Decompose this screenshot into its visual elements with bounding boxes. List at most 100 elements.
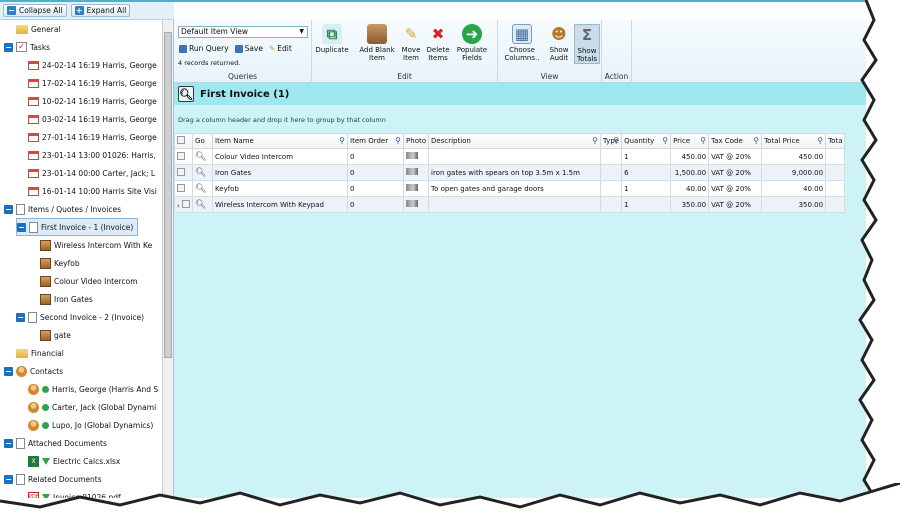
tree-node[interactable]: PDF Invoice 01026.pdf — [28, 488, 121, 498]
column-header[interactable] — [173, 133, 194, 149]
filter-icon[interactable]: ⚲ — [613, 136, 619, 145]
search-icon[interactable]: 🔍︎ — [178, 86, 194, 102]
cell-name[interactable]: Wireless Intercom With Keypad — [212, 196, 349, 213]
column-header[interactable]: Go — [192, 133, 214, 149]
move-item-button[interactable]: ✎ Move Item — [398, 24, 424, 63]
table-row[interactable]: 🔍︎ Colour Video Intercom 0 1 450.00 VAT @ 20%… — [173, 148, 846, 165]
edit-button[interactable]: ✎ Edit — [269, 44, 292, 53]
tree-node[interactable]: General — [16, 20, 61, 38]
filter-icon[interactable]: ⚲ — [662, 136, 668, 145]
tree-node[interactable]: − Items / Quotes / Invoices — [4, 200, 121, 218]
tree-node[interactable]: gate — [40, 326, 71, 344]
tree-node[interactable]: Financial — [16, 344, 64, 362]
collapse-icon[interactable]: − — [4, 204, 13, 214]
cell-type[interactable] — [599, 148, 623, 165]
tree-node[interactable]: Iron Gates — [40, 290, 93, 308]
tree-node[interactable]: − Contacts — [4, 362, 63, 380]
collapse-icon[interactable]: − — [4, 474, 13, 484]
show-totals-button[interactable]: Σ Show Totals — [574, 24, 600, 64]
column-header[interactable]: Description ⚲ — [428, 133, 601, 149]
tree-node[interactable]: − Second Invoice - 2 (Invoice) — [16, 308, 144, 326]
go-search-icon[interactable]: 🔍︎ — [192, 180, 214, 197]
cell-order[interactable]: 0 — [347, 148, 405, 165]
cell-desc[interactable] — [428, 148, 601, 165]
column-header[interactable]: Item Name ⚲ — [212, 133, 349, 149]
tree-node[interactable]: Carter, Jack (Global Dynami — [28, 398, 156, 416]
cell-order[interactable]: 0 — [347, 196, 405, 213]
filter-icon[interactable]: ⚲ — [339, 136, 345, 145]
tree-node[interactable]: 17-02-14 16:19 Harris, George — [28, 74, 157, 92]
row-select-cell[interactable] — [173, 148, 194, 165]
tree-node[interactable]: Keyfob — [40, 254, 80, 272]
tree-node[interactable]: − First Invoice - 1 (Invoice) — [16, 218, 139, 236]
cell-total[interactable]: 40.00 — [761, 180, 827, 197]
cell-qty[interactable]: 1 — [621, 180, 672, 197]
cell-tax[interactable]: VAT @ 20% — [708, 196, 763, 213]
tree-node[interactable]: − ✓ Tasks — [4, 38, 50, 56]
collapse-icon[interactable]: − — [16, 312, 25, 322]
row-checkbox[interactable] — [177, 151, 185, 160]
delete-items-button[interactable]: ✖ Delete Items — [424, 24, 452, 63]
row-checkbox[interactable] — [177, 167, 185, 176]
tree-node[interactable]: 16-01-14 10:00 Harris Site Visi — [28, 182, 157, 200]
tree-node[interactable]: Wireless Intercom With Ke — [40, 236, 152, 254]
collapse-icon[interactable]: − — [4, 366, 13, 376]
cell-total[interactable]: 350.00 — [761, 196, 827, 213]
populate-fields-button[interactable]: ➜ Populate Fields — [454, 24, 490, 62]
collapse-icon[interactable]: − — [17, 222, 26, 232]
column-header[interactable]: Total Price ⚲ — [761, 133, 827, 149]
collapse-icon[interactable]: − — [4, 438, 13, 448]
cell-name[interactable]: Colour Video Intercom — [212, 148, 349, 165]
cell-tax[interactable]: VAT @ 20% — [708, 164, 763, 181]
tree-node[interactable]: 23-01-14 00:00 Carter, Jack; L — [28, 164, 155, 182]
go-search-icon[interactable]: 🔍︎ — [192, 196, 214, 213]
cell-qty[interactable]: 6 — [621, 164, 672, 181]
row-checkbox[interactable] — [182, 199, 191, 208]
tree-node[interactable]: − Related Documents — [4, 470, 102, 488]
tree-node[interactable]: − Attached Documents — [4, 434, 107, 452]
cell-name[interactable]: Keyfob — [212, 180, 349, 197]
cell-desc[interactable]: iron gates with spears on top 3.5m x 1.5… — [428, 164, 601, 181]
tree-node[interactable]: Lupo, Jo (Global Dynamics) — [28, 416, 153, 434]
cell-price[interactable]: 1,500.00 — [670, 164, 710, 181]
table-row[interactable]: 🔍︎ Keyfob 0 To open gates and garage doors 1… — [173, 180, 846, 197]
scrollbar-thumb[interactable] — [164, 32, 172, 358]
tree-node[interactable]: Colour Video Intercom — [40, 272, 138, 290]
column-header[interactable]: Tota — [825, 133, 846, 149]
cell-price[interactable]: 350.00 — [670, 196, 710, 213]
go-search-icon[interactable]: 🔍︎ — [192, 164, 214, 181]
select-all-checkbox[interactable] — [177, 136, 185, 144]
filter-icon[interactable]: ⚲ — [700, 136, 706, 145]
choose-columns-button[interactable]: ▦ Choose Columns.. — [502, 24, 542, 62]
cell-order[interactable]: 0 — [347, 180, 405, 197]
show-audit-button[interactable]: ☻ Show Audit — [546, 24, 572, 63]
column-header[interactable]: Photo — [403, 133, 429, 149]
cell-type[interactable] — [599, 196, 623, 213]
column-header[interactable]: Quantity ⚲ — [621, 133, 672, 149]
filter-icon[interactable]: ⚲ — [592, 136, 598, 145]
collapse-all-button[interactable]: − Collapse All — [3, 4, 67, 17]
expand-all-button[interactable]: + Expand All — [70, 4, 131, 17]
table-row[interactable]: 🔍︎ Iron Gates 0 iron gates with spears on t… — [173, 164, 846, 181]
tree-node[interactable]: 27-01-14 16:19 Harris, George — [28, 128, 157, 146]
filter-icon[interactable]: ⚲ — [395, 136, 401, 145]
cell-total[interactable]: 9,000.00 — [761, 164, 827, 181]
cell-tax[interactable]: VAT @ 20% — [708, 148, 763, 165]
save-button[interactable]: Save — [234, 44, 263, 53]
column-header[interactable]: Price ⚲ — [670, 133, 710, 149]
collapse-icon[interactable]: − — [4, 42, 13, 52]
cell-qty[interactable]: 1 — [621, 196, 672, 213]
run-query-button[interactable]: Run Query — [179, 44, 229, 53]
cell-type[interactable] — [599, 164, 623, 181]
tree-node[interactable]: 23-01-14 13:00 01026: Harris, — [28, 146, 156, 164]
cell-qty[interactable]: 1 — [621, 148, 672, 165]
tree-node[interactable]: X Electric Calcs.xlsx — [28, 452, 120, 470]
cell-type[interactable] — [599, 180, 623, 197]
cell-order[interactable]: 0 — [347, 164, 405, 181]
row-select-cell[interactable] — [173, 164, 194, 181]
go-search-icon[interactable]: 🔍︎ — [192, 148, 214, 165]
column-header[interactable]: Tax Code ⚲ — [708, 133, 763, 149]
column-header[interactable]: Type ⚲ — [599, 133, 623, 149]
cell-name[interactable]: Iron Gates — [212, 164, 349, 181]
cell-tax[interactable]: VAT @ 20% — [708, 180, 763, 197]
